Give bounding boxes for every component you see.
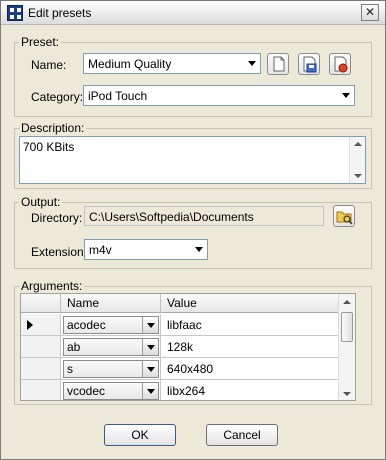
window-title: Edit presets xyxy=(28,6,92,20)
value-cell[interactable]: libx264 xyxy=(161,380,339,400)
name-combobox[interactable]: Medium Quality xyxy=(83,53,261,74)
chevron-down-icon[interactable] xyxy=(342,93,350,98)
chevron-down-icon[interactable] xyxy=(142,383,158,399)
table-row[interactable]: vcodec libx264 xyxy=(21,380,339,400)
new-preset-icon xyxy=(273,56,285,72)
name-value: Medium Quality xyxy=(88,57,172,71)
arguments-legend: Arguments: xyxy=(21,279,83,293)
save-preset-icon xyxy=(303,56,317,73)
table-row[interactable]: s 640x480 xyxy=(21,358,339,380)
name-cell[interactable]: s xyxy=(61,358,161,380)
folder-browse-icon xyxy=(336,211,353,225)
directory-value: C:\Users\Softpedia\Documents xyxy=(89,210,254,224)
category-value: iPod Touch xyxy=(88,89,148,103)
category-label: Category: xyxy=(31,90,84,104)
value-cell[interactable]: libfaac xyxy=(161,314,339,336)
table-row[interactable]: acodec libfaac xyxy=(21,314,339,336)
arguments-grid[interactable]: Name Value acodec libfaac ab 128k s 640x… xyxy=(20,293,356,401)
description-legend: Description: xyxy=(21,121,85,135)
extension-label: Extension: xyxy=(31,245,88,259)
scroll-thumb[interactable] xyxy=(341,312,353,342)
table-row[interactable]: ab 128k xyxy=(21,336,339,358)
argument-name-combobox[interactable]: s xyxy=(63,360,159,378)
category-combobox[interactable]: iPod Touch xyxy=(83,85,355,106)
ok-button[interactable]: OK xyxy=(104,424,176,446)
directory-label: Directory: xyxy=(31,211,83,225)
argument-name-combobox[interactable]: vcodec xyxy=(63,382,159,400)
preset-legend: Preset: xyxy=(21,35,60,49)
value-cell[interactable]: 128k xyxy=(161,336,339,358)
chevron-down-icon[interactable] xyxy=(248,61,256,66)
title-bar[interactable]: Edit presets ✕ xyxy=(1,1,385,25)
directory-field[interactable]: C:\Users\Softpedia\Documents xyxy=(84,206,324,226)
argument-name-combobox[interactable]: acodec xyxy=(63,316,159,334)
scroll-up-icon[interactable] xyxy=(354,142,362,146)
grid-scrollbar[interactable] xyxy=(338,294,355,400)
name-cell[interactable]: ab xyxy=(61,336,161,358)
description-textarea[interactable]: 700 KBits xyxy=(19,136,366,184)
row-header[interactable] xyxy=(21,336,61,358)
extension-combobox[interactable]: m4v xyxy=(84,239,208,260)
delete-preset-button[interactable] xyxy=(329,53,351,75)
row-header[interactable] xyxy=(21,314,61,336)
scroll-up-icon[interactable] xyxy=(343,300,351,304)
row-header[interactable] xyxy=(21,380,61,400)
output-legend: Output: xyxy=(21,195,61,209)
description-scrollbar[interactable] xyxy=(349,137,365,183)
scroll-down-icon[interactable] xyxy=(354,174,362,178)
column-header-value[interactable]: Value xyxy=(161,294,339,313)
edit-presets-window: Edit presets ✕ Preset: Name: Medium Qual… xyxy=(0,0,386,460)
row-header[interactable] xyxy=(21,358,61,380)
cancel-button[interactable]: Cancel xyxy=(206,424,278,446)
value-cell[interactable]: 640x480 xyxy=(161,358,339,380)
name-cell[interactable]: acodec xyxy=(61,314,161,336)
chevron-down-icon[interactable] xyxy=(142,339,158,355)
chevron-down-icon[interactable] xyxy=(142,361,158,377)
argument-name-combobox[interactable]: ab xyxy=(63,338,159,356)
close-button[interactable]: ✕ xyxy=(361,4,379,21)
delete-preset-icon xyxy=(334,56,348,73)
chevron-down-icon[interactable] xyxy=(142,317,158,333)
extension-value: m4v xyxy=(89,243,112,257)
name-cell[interactable]: vcodec xyxy=(61,380,161,400)
chevron-down-icon[interactable] xyxy=(195,247,203,252)
name-label: Name: xyxy=(31,58,67,72)
row-header-corner xyxy=(21,294,61,313)
current-row-icon xyxy=(27,320,33,330)
browse-directory-button[interactable] xyxy=(333,205,355,227)
app-icon xyxy=(7,5,23,21)
save-preset-button[interactable] xyxy=(298,53,320,75)
new-preset-button[interactable] xyxy=(267,53,289,75)
scroll-down-icon[interactable] xyxy=(343,392,351,396)
column-header-name[interactable]: Name xyxy=(61,294,161,313)
description-text: 700 KBits xyxy=(23,140,75,154)
